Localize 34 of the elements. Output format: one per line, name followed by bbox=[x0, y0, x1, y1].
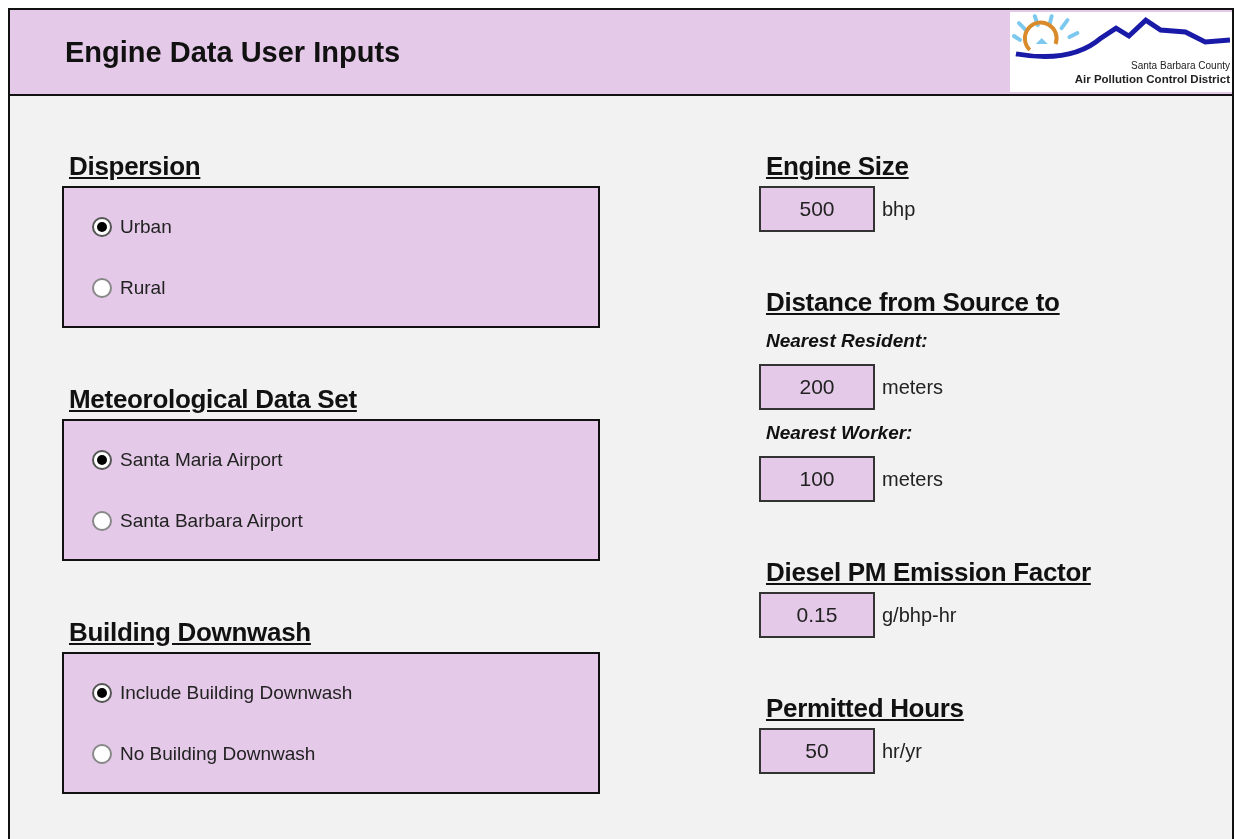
unit-label: g/bhp-hr bbox=[882, 603, 957, 627]
section-heading: Dispersion bbox=[69, 150, 202, 182]
unit-label: meters bbox=[882, 467, 944, 491]
input-field[interactable]: 500 bbox=[759, 186, 875, 232]
radio-button[interactable] bbox=[92, 743, 112, 764]
input-field[interactable]: 0.15 bbox=[759, 592, 875, 638]
input-field[interactable]: 200 bbox=[759, 364, 875, 410]
sheet-title: Engine Data User Inputs bbox=[65, 35, 401, 69]
input-field[interactable]: 100 bbox=[759, 456, 875, 502]
radio-button[interactable] bbox=[92, 449, 112, 470]
radio-button[interactable] bbox=[92, 510, 112, 531]
radio-button[interactable] bbox=[92, 682, 112, 703]
option-label: Include Building Downwash bbox=[120, 681, 353, 704]
logo-title: Air Pollution Control District bbox=[1074, 72, 1230, 86]
section-heading: Meteorological Data Set bbox=[69, 383, 358, 415]
section-heading: Diesel PM Emission Factor bbox=[766, 556, 1091, 588]
option-label: Santa Maria Airport bbox=[120, 448, 283, 471]
logo-subtitle: Santa Barbara County bbox=[1131, 60, 1230, 72]
radio-button[interactable] bbox=[92, 216, 112, 237]
option-label: Rural bbox=[120, 276, 166, 299]
input-field[interactable]: 50 bbox=[759, 728, 875, 774]
unit-label: hr/yr bbox=[882, 739, 922, 763]
field-label: Nearest Resident: bbox=[766, 330, 928, 352]
option-label: Santa Barbara Airport bbox=[120, 509, 303, 532]
unit-label: bhp bbox=[882, 197, 916, 221]
option-label: No Building Downwash bbox=[120, 742, 316, 765]
section-heading: Distance from Source to bbox=[766, 286, 1060, 318]
radio-button[interactable] bbox=[92, 277, 112, 298]
section-heading: Building Downwash bbox=[69, 616, 312, 648]
field-label: Nearest Worker: bbox=[766, 422, 913, 444]
unit-label: meters bbox=[882, 375, 944, 399]
option-label: Urban bbox=[120, 215, 172, 238]
section-heading: Engine Size bbox=[766, 150, 909, 182]
section-heading: Permitted Hours bbox=[766, 692, 964, 724]
